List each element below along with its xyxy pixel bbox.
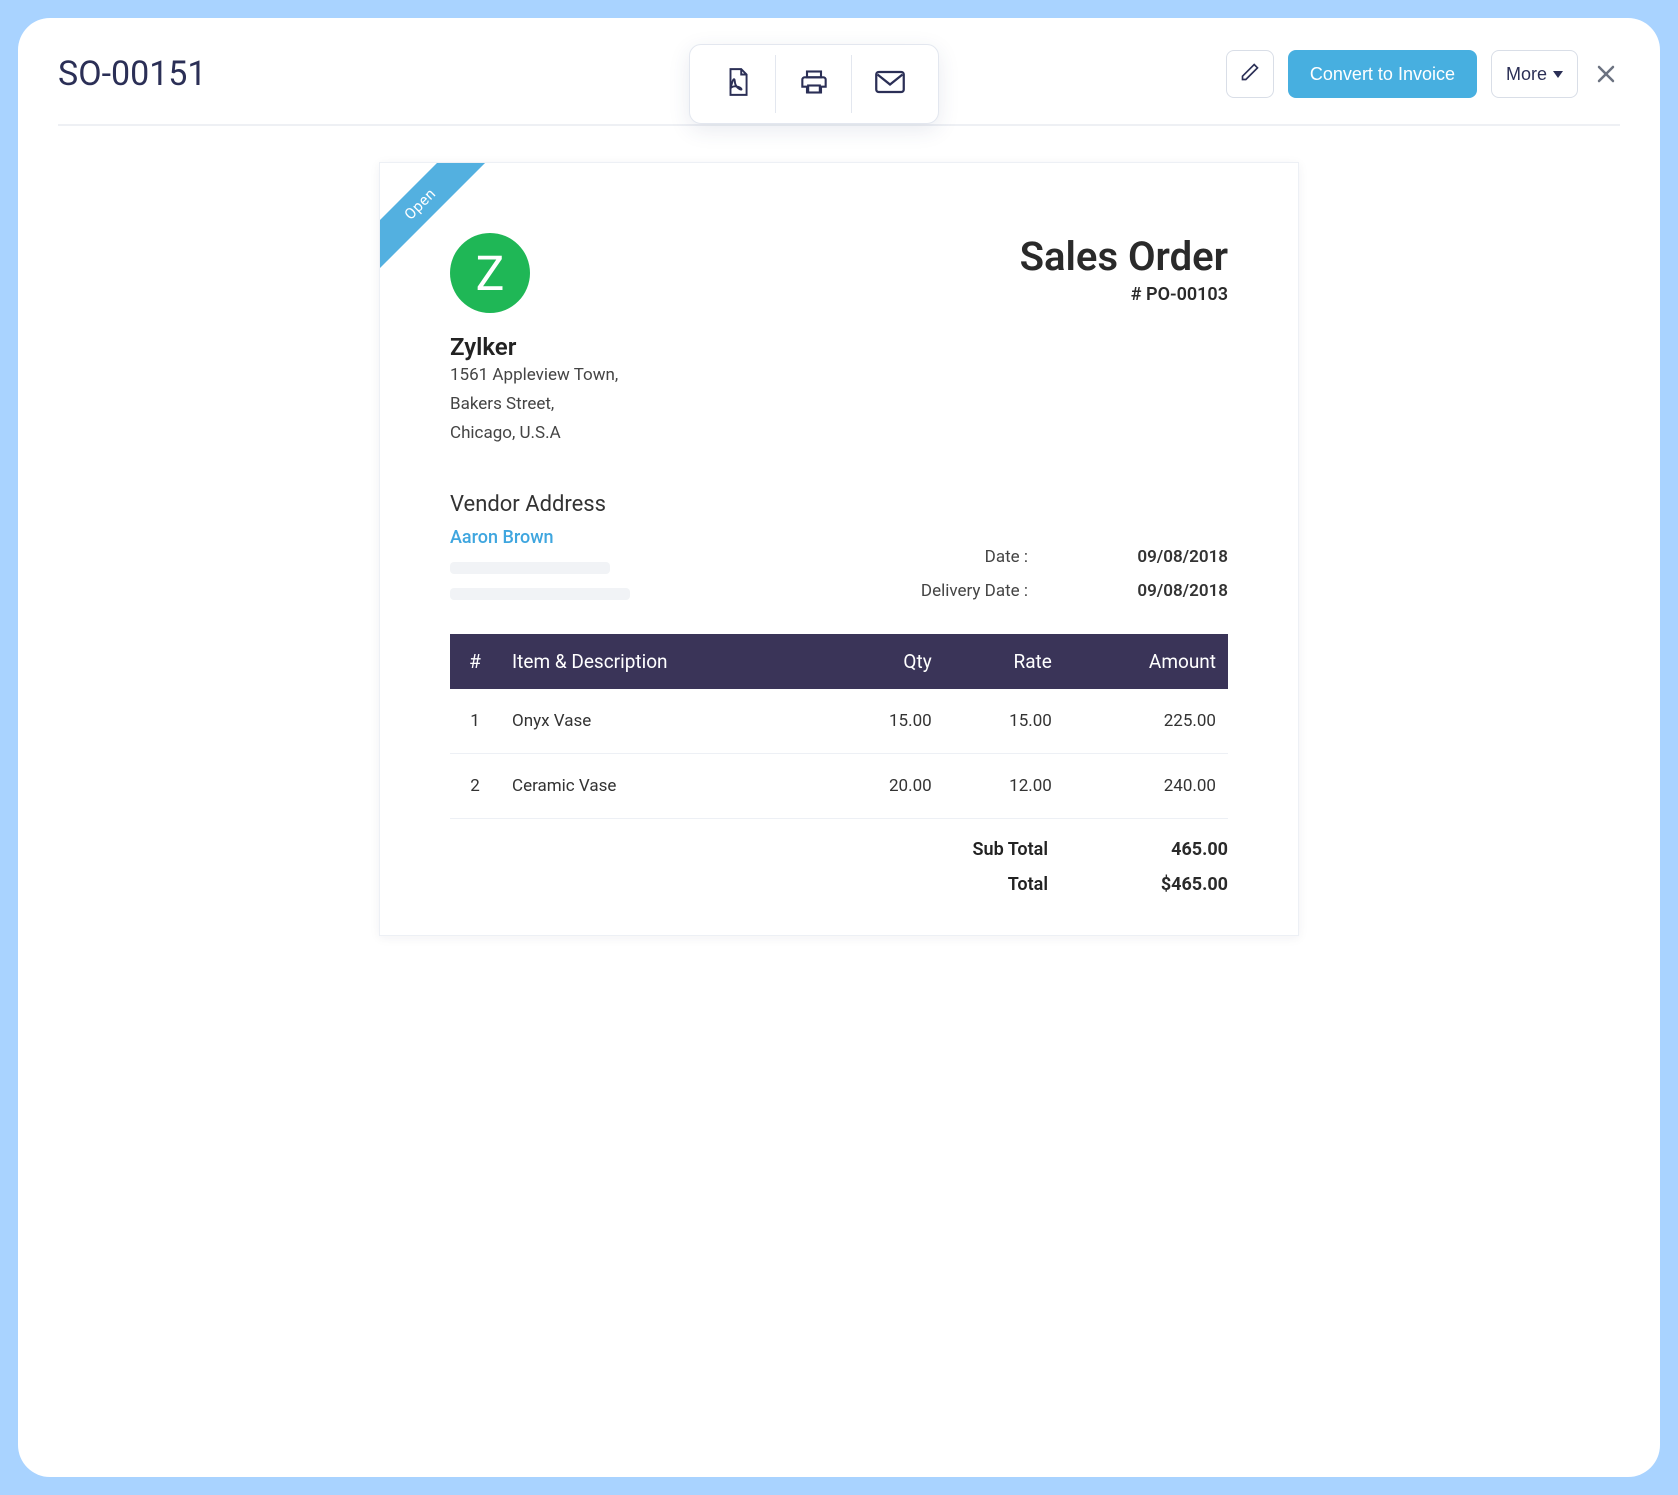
more-label: More	[1506, 64, 1547, 85]
pdf-icon	[725, 67, 751, 102]
total-value: $465.00	[1108, 874, 1228, 895]
col-qty: Qty	[824, 634, 944, 689]
attachment-toolbar	[689, 44, 939, 124]
topbar: SO-00151 Convert to Invoice More	[58, 50, 1620, 126]
chevron-down-icon	[1553, 71, 1563, 78]
company-address-line3: Chicago, U.S.A	[450, 419, 618, 448]
col-amount: Amount	[1064, 634, 1228, 689]
total-label: Total	[1008, 874, 1048, 895]
totals-block: Sub Total 465.00 Total $465.00	[450, 839, 1228, 895]
vendor-name-link[interactable]: Aaron Brown	[450, 527, 554, 548]
printer-icon	[799, 68, 829, 101]
col-desc: Item & Description	[500, 634, 824, 689]
subtotal-value: 465.00	[1108, 839, 1228, 860]
date-value: 09/08/2018	[1088, 540, 1228, 574]
export-pdf-button[interactable]	[700, 55, 776, 113]
company-address-line2: Bakers Street,	[450, 390, 618, 419]
items-table: # Item & Description Qty Rate Amount 1 O…	[450, 634, 1228, 819]
app-window: SO-00151 Convert to Invoice More	[18, 18, 1660, 1477]
col-rate: Rate	[944, 634, 1064, 689]
document-type-label: Sales Order	[1020, 233, 1228, 280]
more-button[interactable]: More	[1491, 50, 1578, 98]
table-row: 2 Ceramic Vase 20.00 12.00 240.00	[450, 753, 1228, 818]
close-button[interactable]	[1592, 60, 1620, 88]
company-logo: Z	[450, 233, 530, 313]
document-type-block: Sales Order # PO-00103	[1020, 233, 1228, 305]
company-block: Z Zylker 1561 Appleview Town, Bakers Str…	[450, 233, 618, 448]
delivery-date-value: 09/08/2018	[1088, 574, 1228, 608]
vendor-heading: Vendor Address	[450, 492, 1228, 517]
document-number: # PO-00103	[1020, 284, 1228, 305]
meta-block: Date : 09/08/2018 Delivery Date : 09/08/…	[450, 540, 1228, 608]
convert-to-invoice-button[interactable]: Convert to Invoice	[1288, 50, 1477, 98]
table-row: 1 Onyx Vase 15.00 15.00 225.00	[450, 689, 1228, 754]
document-header: Z Zylker 1561 Appleview Town, Bakers Str…	[450, 233, 1228, 448]
pencil-icon	[1240, 62, 1260, 87]
edit-button[interactable]	[1226, 50, 1274, 98]
print-button[interactable]	[776, 55, 852, 113]
document-preview: Open Z Zylker 1561 Appleview Town, Baker…	[379, 162, 1299, 936]
toolbar-actions: Convert to Invoice More	[1226, 50, 1620, 98]
email-button[interactable]	[852, 55, 928, 113]
sales-order-number: SO-00151	[58, 54, 207, 94]
company-address-line1: 1561 Appleview Town,	[450, 361, 618, 390]
mail-icon	[875, 70, 905, 99]
date-label: Date :	[985, 540, 1028, 574]
col-index: #	[450, 634, 500, 689]
subtotal-label: Sub Total	[973, 839, 1048, 860]
delivery-date-label: Delivery Date :	[921, 574, 1028, 608]
company-name: Zylker	[450, 333, 618, 361]
